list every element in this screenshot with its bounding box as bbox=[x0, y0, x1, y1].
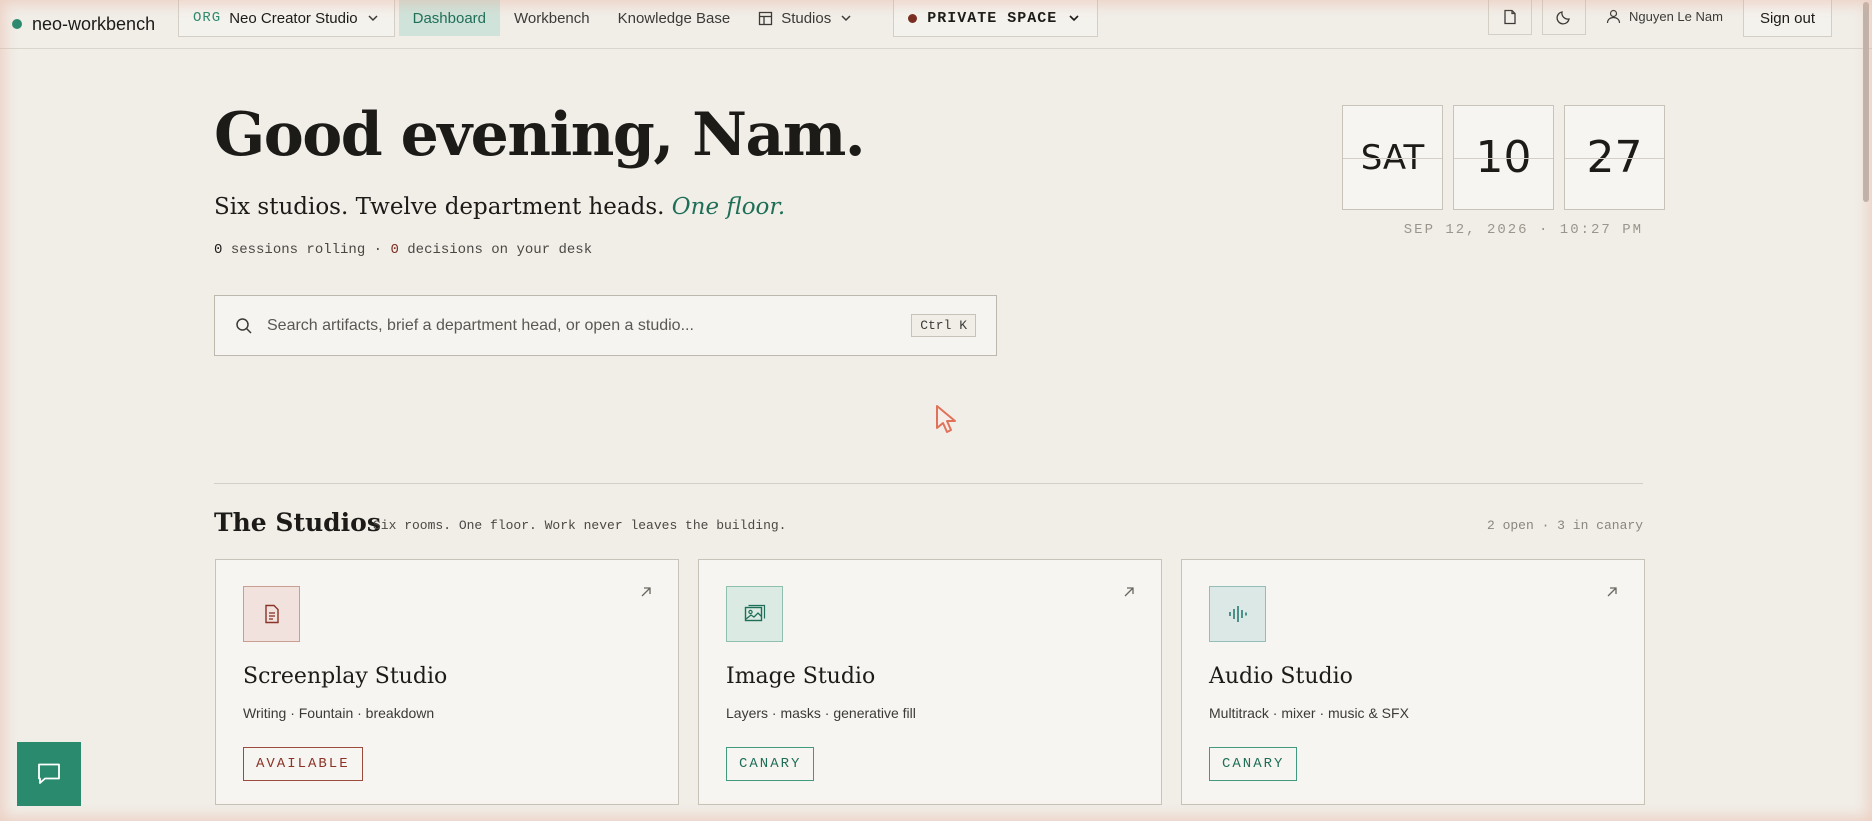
studios-subtitle: Six rooms. One floor. Work never leaves … bbox=[373, 518, 787, 533]
shortcut-hint: Ctrl K bbox=[911, 314, 976, 337]
mouse-cursor bbox=[936, 405, 956, 433]
moon-icon bbox=[1556, 11, 1570, 25]
decisions-count: 0 bbox=[390, 242, 399, 258]
tagline-emphasis: One floor. bbox=[671, 194, 786, 220]
user-icon bbox=[1606, 9, 1621, 24]
document-icon bbox=[243, 586, 300, 642]
studio-name: Image Studio bbox=[726, 664, 876, 689]
chevron-down-icon bbox=[1069, 15, 1079, 22]
chevron-down-icon bbox=[841, 15, 851, 22]
decisions-label: decisions on your desk bbox=[407, 242, 593, 258]
nav-studios[interactable]: Studios bbox=[744, 0, 875, 36]
search-input[interactable] bbox=[267, 316, 912, 335]
studio-name: Screenplay Studio bbox=[243, 664, 448, 689]
sign-out-button[interactable]: Sign out bbox=[1742, 0, 1832, 37]
nav-workbench[interactable]: Workbench bbox=[500, 0, 604, 36]
user-menu[interactable]: Nguyen Le Nam bbox=[1596, 0, 1733, 33]
nav-studios-label: Studios bbox=[781, 9, 832, 27]
clock-minute: 27 bbox=[1564, 105, 1665, 210]
section-divider bbox=[214, 483, 1643, 484]
search-icon bbox=[236, 317, 252, 334]
status-badge: CANARY bbox=[726, 747, 815, 781]
flip-clock: SAT 10 27 bbox=[1342, 105, 1665, 210]
status-badge: AVAILABLE bbox=[243, 747, 363, 781]
space-label: PRIVATE SPACE bbox=[927, 9, 1058, 27]
layout-icon bbox=[759, 11, 773, 25]
org-selector[interactable]: ORG Neo Creator Studio bbox=[178, 0, 395, 37]
stats-separator: · bbox=[373, 242, 383, 258]
tagline-text: Six studios. Twelve department heads. bbox=[214, 194, 665, 220]
brand[interactable]: neo-workbench bbox=[0, 0, 178, 48]
studio-desc: Layers · masks · generative fill bbox=[726, 705, 916, 721]
open-arrow-icon[interactable] bbox=[1606, 586, 1618, 598]
clock-hour: 10 bbox=[1453, 105, 1554, 210]
sessions-label: sessions rolling bbox=[230, 242, 366, 258]
space-selector[interactable]: PRIVATE SPACE bbox=[893, 0, 1099, 37]
chevron-down-icon bbox=[368, 15, 378, 22]
nav-dashboard[interactable]: Dashboard bbox=[398, 0, 501, 36]
studio-card-image[interactable]: Image Studio Layers · masks · generative… bbox=[698, 559, 1162, 805]
status-badge: CANARY bbox=[1209, 747, 1298, 781]
tagline: Six studios. Twelve department heads. On… bbox=[214, 194, 785, 220]
notes-button[interactable] bbox=[1488, 0, 1532, 35]
file-icon bbox=[1504, 9, 1516, 25]
studio-card-audio[interactable]: Audio Studio Multitrack · mixer · music … bbox=[1181, 559, 1645, 805]
waveform-icon bbox=[1209, 586, 1266, 642]
user-name: Nguyen Le Nam bbox=[1629, 9, 1723, 24]
org-tag: ORG bbox=[193, 10, 222, 26]
nav-knowledge-base[interactable]: Knowledge Base bbox=[604, 0, 745, 36]
main-nav: Dashboard Workbench Knowledge Base Studi… bbox=[398, 0, 876, 48]
studios-meta: 2 open · 3 in canary bbox=[1486, 518, 1643, 533]
studio-name: Audio Studio bbox=[1209, 664, 1353, 689]
open-arrow-icon[interactable] bbox=[640, 586, 652, 598]
studio-desc: Multitrack · mixer · music & SFX bbox=[1209, 705, 1409, 721]
chat-icon bbox=[38, 763, 60, 784]
right-tools: Nguyen Le Nam Sign out bbox=[1488, 0, 1872, 48]
open-arrow-icon[interactable] bbox=[1123, 586, 1135, 598]
org-name: Neo Creator Studio bbox=[229, 9, 358, 27]
studio-desc: Writing · Fountain · breakdown bbox=[243, 705, 435, 721]
activity-stats: 0 sessions rolling · 0 decisions on your… bbox=[214, 242, 592, 258]
date-line: SEP 12, 2026 · 10:27 PM bbox=[1403, 222, 1643, 238]
top-navigation: neo-workbench ORG Neo Creator Studio Das… bbox=[0, 0, 1872, 49]
chat-button[interactable] bbox=[17, 742, 81, 806]
status-dot bbox=[12, 19, 22, 29]
brand-name: neo-workbench bbox=[32, 13, 156, 34]
scrollbar[interactable] bbox=[1860, 0, 1872, 821]
greeting-heading: Good evening, Nam. bbox=[214, 100, 866, 170]
image-icon bbox=[726, 586, 783, 642]
studio-card-screenplay[interactable]: Screenplay Studio Writing · Fountain · b… bbox=[215, 559, 679, 805]
space-dot bbox=[908, 13, 918, 23]
studios-title: The Studios bbox=[214, 508, 381, 537]
command-search[interactable]: Ctrl K bbox=[214, 295, 997, 356]
scrollbar-thumb[interactable] bbox=[1863, 2, 1869, 202]
sessions-count: 0 bbox=[214, 242, 223, 258]
theme-toggle-button[interactable] bbox=[1542, 0, 1586, 35]
clock-day: SAT bbox=[1342, 105, 1443, 210]
